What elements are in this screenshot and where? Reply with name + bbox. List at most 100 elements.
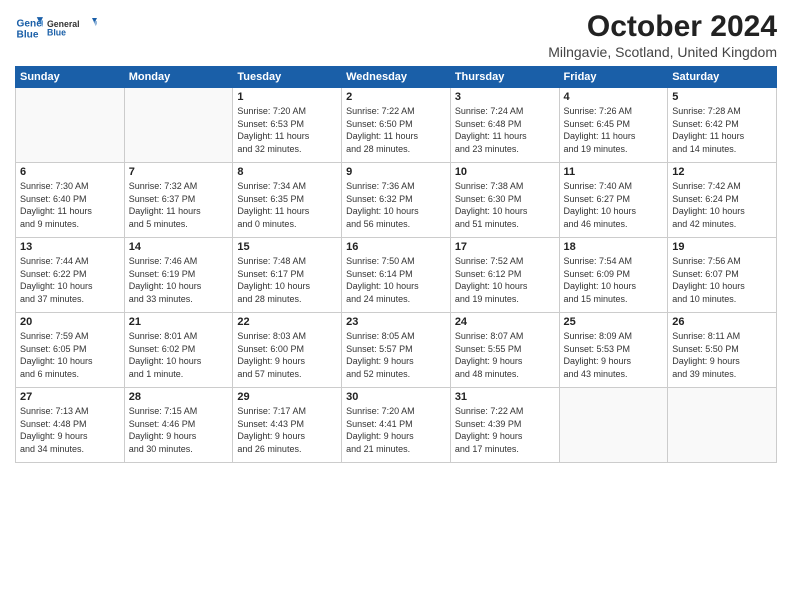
day-info: Sunrise: 8:05 AM Sunset: 5:57 PM Dayligh… xyxy=(346,330,446,380)
day-info: Sunrise: 7:40 AM Sunset: 6:27 PM Dayligh… xyxy=(564,180,664,230)
day-cell: 8 Sunrise: 7:34 AM Sunset: 6:35 PM Daylig… xyxy=(233,163,342,238)
day-info: Sunrise: 7:56 AM Sunset: 6:07 PM Dayligh… xyxy=(672,255,772,305)
day-cell: 13 Sunrise: 7:44 AM Sunset: 6:22 PM Dayli… xyxy=(16,238,125,313)
day-cell: 30Sunrise: 7:20 AM Sunset: 4:41 PM Dayli… xyxy=(342,388,451,463)
day-number: 31 xyxy=(455,391,555,403)
day-number: 21 xyxy=(129,316,229,328)
col-thursday: Thursday xyxy=(450,67,559,88)
day-cell: 15 Sunrise: 7:48 AM Sunset: 6:17 PM Dayli… xyxy=(233,238,342,313)
day-cell: 17 Sunrise: 7:52 AM Sunset: 6:12 PM Dayli… xyxy=(450,238,559,313)
day-cell xyxy=(668,388,777,463)
day-number: 20 xyxy=(20,316,120,328)
day-number: 14 xyxy=(129,241,229,253)
day-cell: 29Sunrise: 7:17 AM Sunset: 4:43 PM Dayli… xyxy=(233,388,342,463)
day-info: Sunrise: 7:50 AM Sunset: 6:14 PM Dayligh… xyxy=(346,255,446,305)
day-cell: 31 Sunrise: 7:22 AM Sunset: 4:39 PM Dayli… xyxy=(450,388,559,463)
day-number: 24 xyxy=(455,316,555,328)
day-number: 25 xyxy=(564,316,664,328)
day-info: Sunrise: 7:42 AM Sunset: 6:24 PM Dayligh… xyxy=(672,180,772,230)
day-info: Sunrise: 7:26 AM Sunset: 6:45 PM Dayligh… xyxy=(564,105,664,155)
day-number: 10 xyxy=(455,166,555,178)
day-info: Sunrise: 7:22 AM Sunset: 4:39 PM Dayligh… xyxy=(455,405,555,455)
calendar-table: Sunday Monday Tuesday Wednesday Thursday… xyxy=(15,66,777,463)
week-row-4: 20 Sunrise: 7:59 AM Sunset: 6:05 PM Dayli… xyxy=(16,313,777,388)
svg-text:Blue: Blue xyxy=(47,28,66,38)
day-number: 11 xyxy=(564,166,664,178)
week-row-3: 13 Sunrise: 7:44 AM Sunset: 6:22 PM Dayli… xyxy=(16,238,777,313)
day-number: 16 xyxy=(346,241,446,253)
day-cell: 7 Sunrise: 7:32 AM Sunset: 6:37 PM Daylig… xyxy=(124,163,233,238)
day-number: 15 xyxy=(237,241,337,253)
day-number: 26 xyxy=(672,316,772,328)
day-cell: 22Sunrise: 8:03 AM Sunset: 6:00 PM Dayli… xyxy=(233,313,342,388)
day-info: Sunrise: 7:34 AM Sunset: 6:35 PM Dayligh… xyxy=(237,180,337,230)
day-cell: 14Sunrise: 7:46 AM Sunset: 6:19 PM Dayli… xyxy=(124,238,233,313)
day-number: 12 xyxy=(672,166,772,178)
day-info: Sunrise: 7:13 AM Sunset: 4:48 PM Dayligh… xyxy=(20,405,120,455)
day-cell: 25 Sunrise: 8:09 AM Sunset: 5:53 PM Dayli… xyxy=(559,313,668,388)
day-number: 7 xyxy=(129,166,229,178)
day-cell: 4 Sunrise: 7:26 AM Sunset: 6:45 PM Daylig… xyxy=(559,88,668,163)
day-info: Sunrise: 8:01 AM Sunset: 6:02 PM Dayligh… xyxy=(129,330,229,380)
day-info: Sunrise: 7:15 AM Sunset: 4:46 PM Dayligh… xyxy=(129,405,229,455)
day-info: Sunrise: 7:36 AM Sunset: 6:32 PM Dayligh… xyxy=(346,180,446,230)
day-number: 27 xyxy=(20,391,120,403)
day-info: Sunrise: 7:59 AM Sunset: 6:05 PM Dayligh… xyxy=(20,330,120,380)
col-sunday: Sunday xyxy=(16,67,125,88)
week-row-5: 27 Sunrise: 7:13 AM Sunset: 4:48 PM Dayli… xyxy=(16,388,777,463)
col-monday: Monday xyxy=(124,67,233,88)
day-number: 30 xyxy=(346,391,446,403)
day-cell: 5 Sunrise: 7:28 AM Sunset: 6:42 PM Daylig… xyxy=(668,88,777,163)
day-info: Sunrise: 7:48 AM Sunset: 6:17 PM Dayligh… xyxy=(237,255,337,305)
day-info: Sunrise: 7:44 AM Sunset: 6:22 PM Dayligh… xyxy=(20,255,120,305)
day-info: Sunrise: 7:20 AM Sunset: 6:53 PM Dayligh… xyxy=(237,105,337,155)
day-cell xyxy=(559,388,668,463)
week-row-2: 6Sunrise: 7:30 AM Sunset: 6:40 PM Daylig… xyxy=(16,163,777,238)
day-info: Sunrise: 7:22 AM Sunset: 6:50 PM Dayligh… xyxy=(346,105,446,155)
svg-text:Blue: Blue xyxy=(17,29,39,40)
day-cell: 12 Sunrise: 7:42 AM Sunset: 6:24 PM Dayli… xyxy=(668,163,777,238)
day-cell: 24 Sunrise: 8:07 AM Sunset: 5:55 PM Dayli… xyxy=(450,313,559,388)
day-number: 29 xyxy=(237,391,337,403)
logo-svg: General Blue xyxy=(47,10,97,46)
day-info: Sunrise: 7:38 AM Sunset: 6:30 PM Dayligh… xyxy=(455,180,555,230)
day-info: Sunrise: 7:52 AM Sunset: 6:12 PM Dayligh… xyxy=(455,255,555,305)
day-info: Sunrise: 7:24 AM Sunset: 6:48 PM Dayligh… xyxy=(455,105,555,155)
col-wednesday: Wednesday xyxy=(342,67,451,88)
day-cell: 19Sunrise: 7:56 AM Sunset: 6:07 PM Dayli… xyxy=(668,238,777,313)
day-cell: 20 Sunrise: 7:59 AM Sunset: 6:05 PM Dayli… xyxy=(16,313,125,388)
header: General Blue General Blue October 2024 M… xyxy=(15,10,777,60)
day-cell: 18Sunrise: 7:54 AM Sunset: 6:09 PM Dayli… xyxy=(559,238,668,313)
day-number: 8 xyxy=(237,166,337,178)
header-row: Sunday Monday Tuesday Wednesday Thursday… xyxy=(16,67,777,88)
day-cell: 6Sunrise: 7:30 AM Sunset: 6:40 PM Daylig… xyxy=(16,163,125,238)
calendar-page: General Blue General Blue October 2024 M… xyxy=(0,0,792,612)
day-cell: 21 Sunrise: 8:01 AM Sunset: 6:02 PM Dayli… xyxy=(124,313,233,388)
day-info: Sunrise: 8:09 AM Sunset: 5:53 PM Dayligh… xyxy=(564,330,664,380)
day-cell: 16 Sunrise: 7:50 AM Sunset: 6:14 PM Dayli… xyxy=(342,238,451,313)
day-info: Sunrise: 7:28 AM Sunset: 6:42 PM Dayligh… xyxy=(672,105,772,155)
logo: General Blue General Blue xyxy=(15,10,97,46)
day-number: 3 xyxy=(455,91,555,103)
day-info: Sunrise: 7:30 AM Sunset: 6:40 PM Dayligh… xyxy=(20,180,120,230)
day-cell: 2 Sunrise: 7:22 AM Sunset: 6:50 PM Daylig… xyxy=(342,88,451,163)
day-number: 13 xyxy=(20,241,120,253)
day-number: 5 xyxy=(672,91,772,103)
day-number: 23 xyxy=(346,316,446,328)
day-info: Sunrise: 8:07 AM Sunset: 5:55 PM Dayligh… xyxy=(455,330,555,380)
day-cell: 26Sunrise: 8:11 AM Sunset: 5:50 PM Dayli… xyxy=(668,313,777,388)
day-number: 4 xyxy=(564,91,664,103)
day-cell xyxy=(124,88,233,163)
week-row-1: 1 Sunrise: 7:20 AM Sunset: 6:53 PM Daylig… xyxy=(16,88,777,163)
day-number: 28 xyxy=(129,391,229,403)
day-info: Sunrise: 8:03 AM Sunset: 6:00 PM Dayligh… xyxy=(237,330,337,380)
day-info: Sunrise: 7:32 AM Sunset: 6:37 PM Dayligh… xyxy=(129,180,229,230)
day-cell: 27 Sunrise: 7:13 AM Sunset: 4:48 PM Dayli… xyxy=(16,388,125,463)
day-number: 2 xyxy=(346,91,446,103)
day-number: 9 xyxy=(346,166,446,178)
day-info: Sunrise: 7:54 AM Sunset: 6:09 PM Dayligh… xyxy=(564,255,664,305)
day-number: 17 xyxy=(455,241,555,253)
day-cell: 10 Sunrise: 7:38 AM Sunset: 6:30 PM Dayli… xyxy=(450,163,559,238)
calendar-subtitle: Milngavie, Scotland, United Kingdom xyxy=(548,44,777,60)
day-number: 1 xyxy=(237,91,337,103)
